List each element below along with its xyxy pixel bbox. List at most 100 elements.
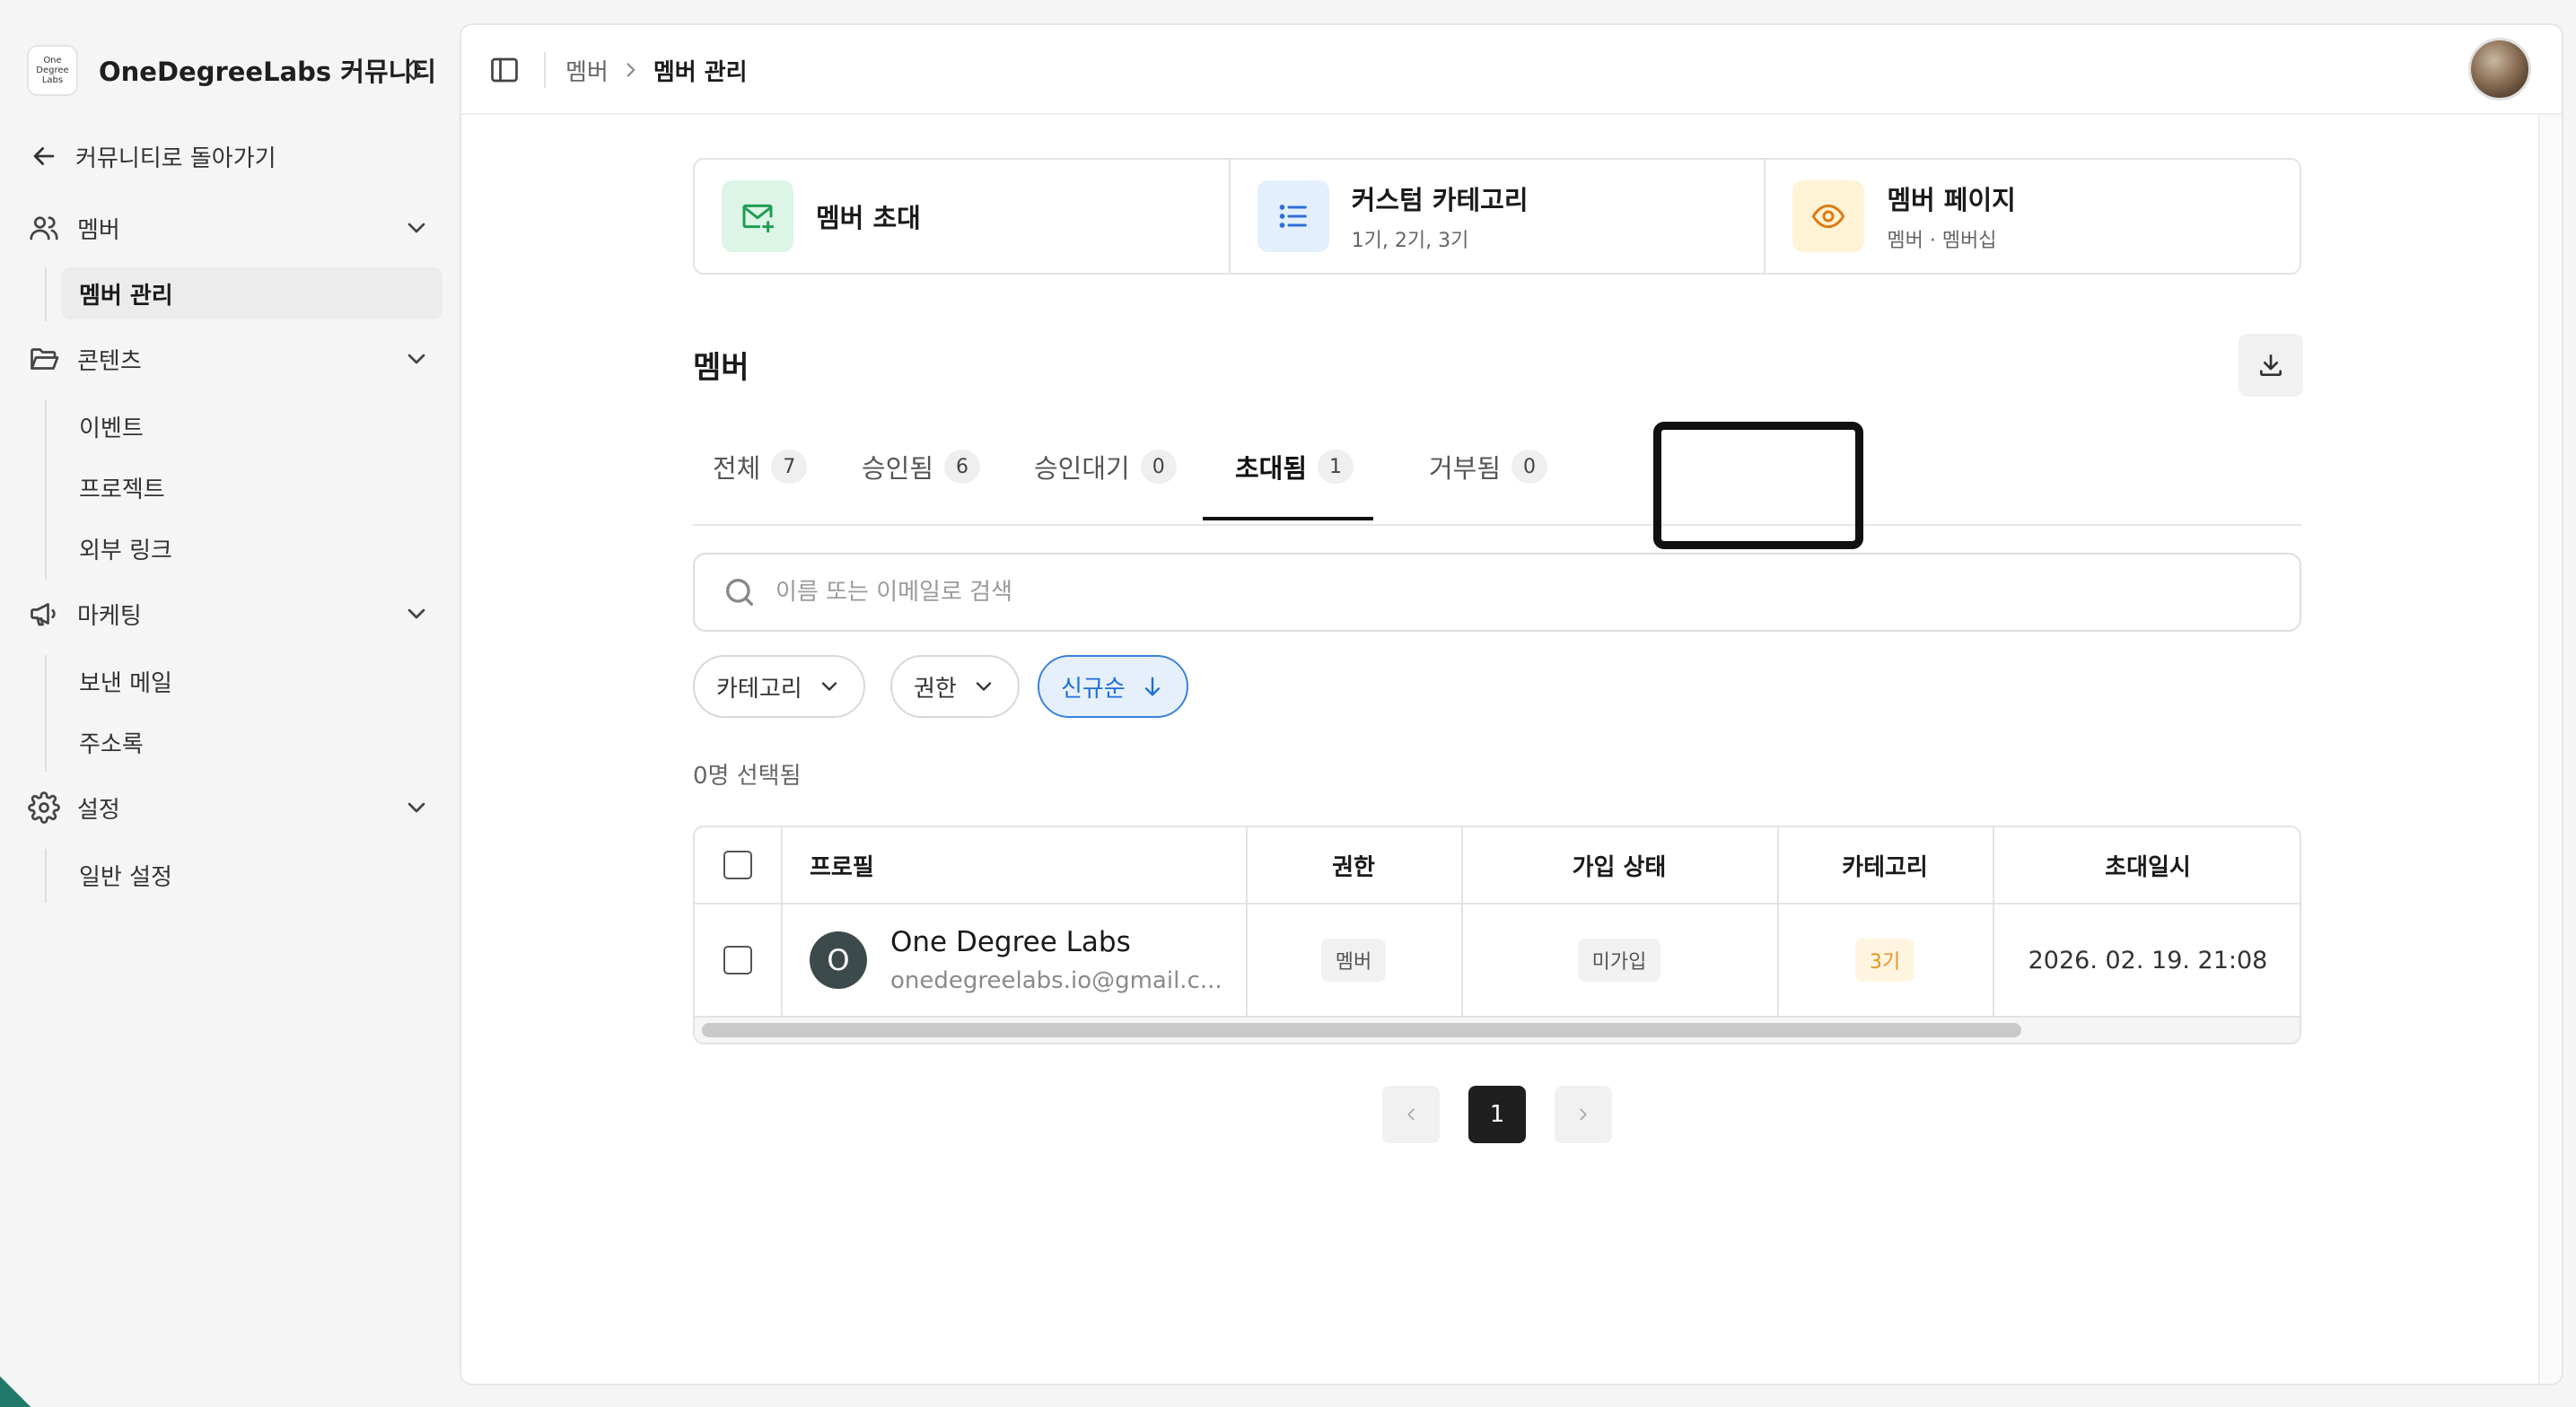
sidebar-item-label: 프로젝트 (79, 476, 165, 503)
role-filter-dropdown[interactable]: 권한 (890, 655, 1020, 718)
eye-icon (1812, 204, 1845, 229)
pagination-page-current[interactable]: 1 (1468, 1086, 1526, 1143)
nav-sub-line (45, 655, 47, 772)
sidebar-item-general-settings[interactable]: 일반 설정 (61, 849, 442, 901)
back-link-label: 커뮤니티로 돌아가기 (75, 144, 276, 172)
member-page-card[interactable]: 멤버 페이지 멤버 · 멤버십 (1764, 160, 2300, 273)
brand-logo-line: Labs (41, 74, 64, 85)
search-box (693, 553, 2301, 632)
nav-group-members[interactable]: 멤버 (27, 205, 431, 251)
select-all-checkbox[interactable] (723, 851, 752, 879)
tab-count: 1 (1318, 450, 1354, 484)
arrow-left-icon (33, 147, 55, 165)
mail-plus-icon (742, 204, 775, 233)
chevron-up-down-icon (407, 59, 421, 81)
breadcrumb-item-members[interactable]: 멤버 (565, 54, 609, 87)
sidebar-toggle-icon[interactable] (488, 54, 521, 86)
filter-label: 권한 (914, 675, 957, 703)
community-switcher[interactable]: One Degree Labs OneDegreeLabs 커뮤니티 (27, 43, 440, 97)
tab-label: 거부됨 (1429, 453, 1502, 484)
nav-group-label: 콘텐츠 (77, 347, 142, 375)
sidebar-item-projects[interactable]: 프로젝트 (61, 461, 442, 513)
tab-rejected[interactable]: 거부됨 0 (1429, 409, 1548, 524)
sidebar-item-label: 이벤트 (79, 415, 144, 442)
sort-newest-button[interactable]: 신규순 (1038, 655, 1188, 718)
breadcrumb-item-current: 멤버 관리 (653, 58, 748, 86)
table-horizontal-scrollbar[interactable] (695, 1016, 2300, 1043)
tab-all[interactable]: 전체 7 (713, 409, 808, 524)
download-button[interactable] (2239, 334, 2303, 397)
tab-label: 승인대기 (1034, 453, 1130, 484)
user-avatar[interactable] (2468, 38, 2531, 100)
card-title: 멤버 초대 (816, 203, 921, 233)
sidebar-item-sent-mail[interactable]: 보낸 메일 (61, 655, 442, 707)
chevron-left-icon (1407, 1108, 1415, 1121)
users-icon (27, 211, 61, 245)
sidebar-item-member-management[interactable]: 멤버 관리 (61, 267, 442, 319)
nav-group-content[interactable]: 콘텐츠 (27, 336, 431, 382)
header-invited-at[interactable]: 초대일시 (1993, 827, 2300, 904)
tab-approved[interactable]: 승인됨 6 (862, 409, 981, 524)
card-title: 커스텀 카테고리 (1351, 185, 1529, 215)
header-join-status[interactable]: 가입 상태 (1461, 827, 1777, 904)
row-checkbox[interactable] (723, 946, 752, 974)
header-category[interactable]: 카테고리 (1777, 827, 1993, 904)
sidebar-item-label: 일반 설정 (79, 863, 172, 891)
tab-pending[interactable]: 승인대기 0 (1034, 409, 1177, 524)
gear-icon (27, 791, 61, 825)
sidebar-item-events[interactable]: 이벤트 (61, 400, 442, 452)
pagination-next-button[interactable] (1555, 1086, 1612, 1143)
header-profile[interactable]: 프로필 (781, 827, 1246, 904)
member-status-tabs: 전체 7 승인됨 6 승인대기 0 초대됨 1 거부됨 0 (693, 409, 2301, 526)
sidebar-item-external-links[interactable]: 외부 링크 (61, 522, 442, 574)
status-badge: 미가입 (1577, 939, 1661, 982)
member-email: onedegreelabs.io@gmail.c... (890, 967, 1222, 994)
custom-category-card[interactable]: 커스텀 카테고리 1기, 2기, 3기 (1228, 160, 1765, 273)
header-role[interactable]: 권한 (1246, 827, 1461, 904)
chevron-down-icon (407, 354, 425, 364)
role-badge: 멤버 (1320, 939, 1387, 982)
window-corner-accent (0, 1376, 31, 1407)
chevron-right-icon (1580, 1108, 1587, 1121)
card-icon-box (722, 180, 793, 252)
nav-group-settings[interactable]: 설정 (27, 784, 431, 831)
tab-label: 전체 (713, 453, 761, 484)
member-name: One Degree Labs (890, 926, 1131, 958)
active-tab-indicator (1203, 517, 1373, 520)
card-title: 멤버 페이지 (1887, 185, 2016, 215)
chevron-down-icon (976, 682, 992, 691)
back-to-community-link[interactable]: 커뮤니티로 돌아가기 (29, 136, 276, 176)
sidebar-item-label: 멤버 관리 (79, 282, 173, 310)
pagination-prev-button[interactable] (1382, 1086, 1440, 1143)
search-input[interactable] (775, 579, 2212, 606)
category-badge: 3기 (1854, 939, 1915, 982)
chevron-right-icon (626, 63, 635, 77)
table-row-profile[interactable]: O One Degree Labs onedegreelabs.io@gmail… (781, 904, 1246, 1016)
filter-label: 신규순 (1061, 675, 1126, 703)
role-cell: 멤버 (1246, 904, 1461, 1016)
nav-group-marketing[interactable]: 마케팅 (27, 590, 431, 637)
tab-invited[interactable]: 초대됨 1 (1235, 409, 1354, 524)
main-panel: 멤버 멤버 관리 멤버 초대 커스텀 카테고리 1기, 2기, 3기 멤버 페이… (460, 23, 2563, 1385)
tab-label: 승인됨 (862, 453, 934, 484)
tab-count: 6 (944, 450, 981, 484)
sidebar-item-label: 주소록 (79, 730, 144, 758)
tab-count: 0 (1511, 450, 1548, 484)
chevron-down-icon (407, 802, 425, 813)
category-cell: 3기 (1777, 904, 1993, 1016)
brand-logo-line: One (43, 55, 62, 66)
megaphone-icon (27, 597, 61, 631)
invite-members-card[interactable]: 멤버 초대 (695, 160, 1229, 273)
card-subtitle: 1기, 2기, 3기 (1351, 230, 1469, 252)
tab-count: 0 (1140, 450, 1177, 484)
category-filter-dropdown[interactable]: 카테고리 (693, 655, 865, 718)
sidebar-item-address-book[interactable]: 주소록 (61, 716, 442, 768)
selected-count: 0명 선택됨 (693, 763, 802, 790)
brand-logo: One Degree Labs (27, 44, 78, 96)
folder-icon (27, 342, 61, 376)
brand-logo-line: Degree (36, 65, 69, 75)
scrollbar-thumb[interactable] (702, 1023, 2021, 1037)
nav-sub-line (45, 267, 47, 321)
page-scrollbar[interactable] (2538, 115, 2562, 1384)
section-title: 멤버 (693, 350, 749, 386)
